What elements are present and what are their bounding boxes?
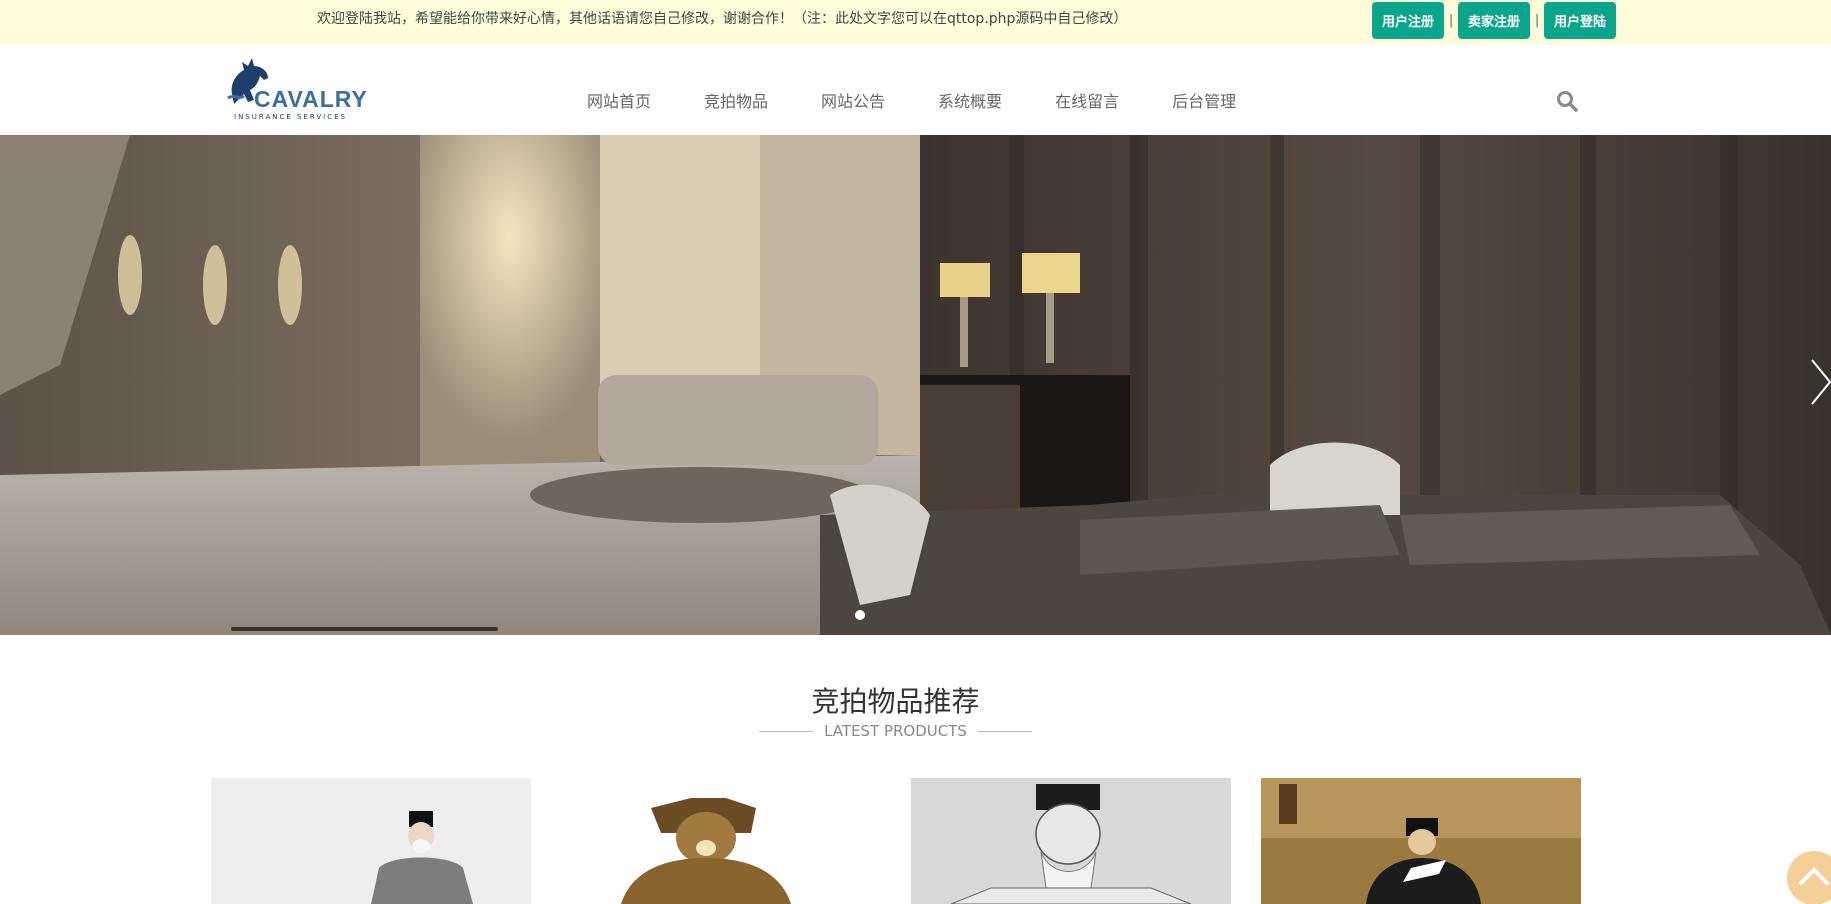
slide-image [0, 135, 1831, 635]
back-to-top-button[interactable] [1787, 851, 1831, 904]
logo[interactable]: CAVALRY INSURANCE SERVICES [224, 54, 367, 126]
user-register-button[interactable]: 用户注册 [1372, 1, 1445, 39]
product-image [561, 778, 881, 904]
slider-dot[interactable] [855, 610, 865, 620]
product-image [911, 778, 1231, 904]
section-title: 竞拍物品推荐 [811, 685, 980, 718]
nav-item-announcements[interactable]: 网站公告 [821, 88, 885, 112]
product-card[interactable] [561, 778, 881, 904]
welcome-message: 欢迎登陆我站，希望能给你带来好心情，其他话语请您自己修改，谢谢合作！（注：此处文… [317, 11, 1128, 27]
divider [759, 731, 814, 732]
hero-slider [0, 135, 1831, 635]
nav-item-system-overview[interactable]: 系统概要 [938, 88, 1002, 112]
site-header: CAVALRY INSURANCE SERVICES 网站首页 竞拍物品 网站公… [0, 44, 1831, 135]
account-actions: 用户注册 | 卖家注册 | 用户登陆 [1372, 1, 1617, 39]
nav-item-home[interactable]: 网站首页 [587, 88, 651, 112]
separator: | [1534, 12, 1540, 28]
nav-item-admin[interactable]: 后台管理 [1172, 88, 1236, 112]
separator: | [1448, 12, 1454, 28]
slider-progress-bar [231, 627, 498, 631]
section-subtitle: LATEST PRODUCTS [0, 722, 1791, 740]
product-card[interactable] [1261, 778, 1581, 904]
logo-brand: CAVALRY [254, 86, 368, 112]
nav-item-auction-items[interactable]: 竞拍物品 [704, 88, 768, 112]
product-image [1261, 778, 1581, 904]
seller-register-button[interactable]: 卖家注册 [1458, 1, 1531, 39]
logo-tagline: INSURANCE SERVICES [234, 113, 347, 121]
chevron-right-icon[interactable] [1808, 358, 1831, 406]
chevron-up-icon [1799, 867, 1829, 885]
product-list [211, 778, 1581, 904]
nav-item-guestbook[interactable]: 在线留言 [1055, 88, 1119, 112]
product-image [211, 778, 531, 904]
product-card[interactable] [211, 778, 531, 904]
main-nav: 网站首页 竞拍物品 网站公告 系统概要 在线留言 后台管理 [587, 88, 1289, 112]
section-subtitle-text: LATEST PRODUCTS [824, 722, 967, 740]
top-bar: 欢迎登陆我站，希望能给你带来好心情，其他话语请您自己修改，谢谢合作！（注：此处文… [0, 0, 1831, 44]
divider [977, 731, 1032, 732]
user-login-button[interactable]: 用户登陆 [1544, 1, 1617, 39]
product-card[interactable] [911, 778, 1231, 904]
search-icon[interactable] [1556, 90, 1578, 112]
